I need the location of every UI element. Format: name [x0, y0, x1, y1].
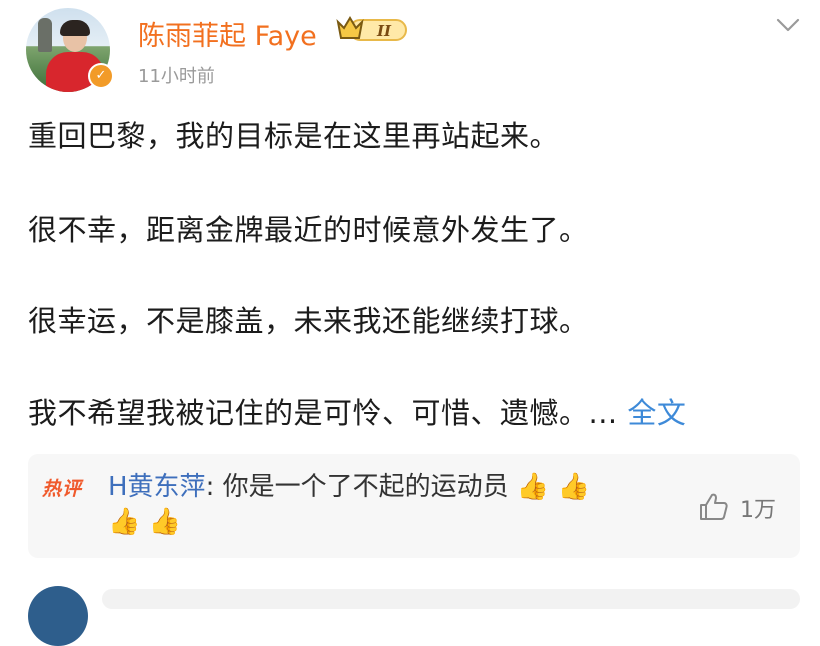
like-count: 1万 [740, 498, 776, 523]
post-paragraph: 很不幸，距离金牌最近的时候意外发生了。 [28, 213, 589, 247]
next-post-avatar[interactable] [28, 586, 88, 646]
post-time: 11小时前 [138, 66, 215, 87]
verified-badge-icon: ✓ [88, 63, 114, 89]
post-paragraph: 很幸运，不是膝盖，未来我还能继续打球。 [28, 304, 589, 338]
comment-user[interactable]: H黄东萍 [108, 472, 206, 502]
avatar-statue [38, 18, 52, 52]
thumbs-up-emoji: 👍 👍 [516, 472, 590, 502]
vip-badge-icon: II [336, 16, 407, 41]
comment-separator: : [205, 472, 223, 502]
author-name[interactable]: 陈雨菲起 Faye [138, 14, 317, 53]
post-paragraph-text: 我不希望我被记住的是可怜、可惜、遗憾。... [28, 396, 618, 430]
hot-comment[interactable]: 热评 H黄东萍: 你是一个了不起的运动员 👍 👍 👍 👍 1万 [28, 454, 800, 558]
thumbs-up-outline-icon[interactable] [698, 492, 730, 522]
thumbs-up-emoji-row: 👍 👍 [108, 507, 182, 537]
avatar-hair [60, 20, 90, 36]
post-paragraph-last: 我不希望我被记住的是可怜、可惜、遗憾。... 全文 [28, 390, 686, 432]
hot-comment-line: H黄东萍: 你是一个了不起的运动员 👍 👍 [108, 466, 590, 503]
comment-text: 你是一个了不起的运动员 [222, 472, 509, 502]
hot-comment-label: 热评 [42, 478, 83, 500]
vip-level: II [376, 22, 392, 40]
read-more-link[interactable]: 全文 [627, 396, 686, 430]
post-paragraph: 重回巴黎，我的目标是在这里再站起来。 [28, 119, 560, 153]
next-post-preview [102, 589, 800, 609]
chevron-down-icon[interactable] [775, 12, 801, 38]
